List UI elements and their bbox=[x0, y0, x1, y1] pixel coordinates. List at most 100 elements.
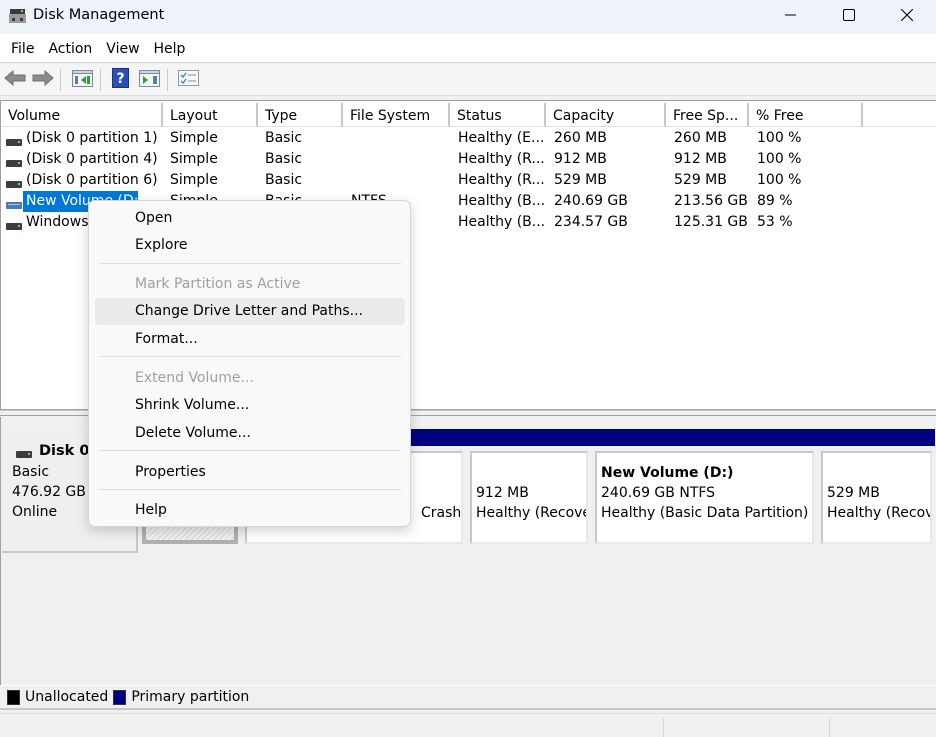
cell-status: Healthy (B... bbox=[458, 193, 546, 209]
partition-body: New Volume (D:) 240.69 GB NTFS Healthy (… bbox=[595, 451, 814, 544]
back-button[interactable] bbox=[3, 68, 27, 92]
cell-layout: Simple bbox=[170, 130, 218, 146]
title-bar: Disk Management bbox=[0, 0, 936, 34]
disk-icon bbox=[16, 446, 32, 462]
cell-percent-free: 100 % bbox=[757, 172, 802, 188]
toolbar-separator bbox=[60, 69, 61, 91]
show-hide-action-pane-button[interactable] bbox=[137, 68, 161, 92]
cell-status: Healthy (R... bbox=[458, 151, 545, 167]
partition-block-new-volume[interactable]: New Volume (D:) 240.69 GB NTFS Healthy (… bbox=[591, 429, 817, 547]
cell-capacity: 260 MB bbox=[554, 130, 607, 146]
partition-line2: Healthy (Recov bbox=[827, 505, 932, 521]
partition-body: 529 MB Healthy (Recov bbox=[821, 451, 932, 544]
cell-status: Healthy (R... bbox=[458, 172, 545, 188]
cell-capacity: 529 MB bbox=[554, 172, 607, 188]
column-header-percent-free[interactable]: % Free bbox=[749, 103, 863, 127]
minimize-button[interactable] bbox=[762, 0, 820, 34]
show-hide-console-tree-button[interactable] bbox=[70, 68, 94, 92]
menu-bar: File Action View Help bbox=[0, 34, 936, 63]
cell-percent-free: 100 % bbox=[757, 130, 802, 146]
menu-item-format[interactable]: Format... bbox=[95, 326, 405, 353]
arrow-right-icon bbox=[32, 69, 54, 90]
menu-item-shrink-volume[interactable]: Shrink Volume... bbox=[95, 392, 405, 419]
table-row[interactable]: (Disk 0 partition 1) Simple Basic Health… bbox=[1, 128, 936, 149]
cell-type: Basic bbox=[265, 151, 303, 167]
partition-line1: 240.69 GB NTFS bbox=[601, 485, 716, 501]
cell-type: Basic bbox=[265, 130, 303, 146]
table-row[interactable]: (Disk 0 partition 4) Simple Basic Health… bbox=[1, 149, 936, 170]
cell-free-space: 125.31 GB bbox=[674, 214, 748, 230]
disk-management-window: Disk Management File Action View Help ? … bbox=[0, 0, 936, 737]
column-header-empty bbox=[863, 103, 936, 127]
partition-body: 912 MB Healthy (Recove bbox=[470, 451, 588, 544]
disk-type: Basic bbox=[12, 464, 50, 480]
primary-partition-bar bbox=[817, 429, 935, 446]
disk-size: 476.92 GB bbox=[12, 484, 86, 500]
cell-percent-free: 89 % bbox=[757, 193, 793, 209]
cell-status: Healthy (B... bbox=[458, 214, 546, 230]
toolbar-separator bbox=[167, 69, 168, 91]
menu-item-delete-volume[interactable]: Delete Volume... bbox=[95, 420, 405, 447]
svg-text:?: ? bbox=[116, 71, 124, 87]
minimize-icon bbox=[785, 9, 797, 25]
column-header-layout[interactable]: Layout bbox=[163, 103, 258, 127]
menu-file[interactable]: File bbox=[4, 34, 41, 63]
menu-item-extend-volume: Extend Volume... bbox=[135, 370, 254, 386]
drive-icon bbox=[6, 197, 22, 209]
column-header-volume[interactable]: Volume bbox=[1, 103, 163, 127]
partition-title bbox=[476, 463, 582, 483]
menu-action[interactable]: Action bbox=[41, 34, 99, 63]
maximize-button[interactable] bbox=[820, 0, 878, 34]
cell-type: Basic bbox=[265, 172, 303, 188]
menu-item-open[interactable]: Open bbox=[95, 205, 405, 232]
partition-title: New Volume (D:) bbox=[601, 465, 734, 481]
column-header-capacity[interactable]: Capacity bbox=[546, 103, 666, 127]
close-button[interactable] bbox=[878, 0, 936, 34]
properties-button[interactable] bbox=[176, 68, 200, 92]
cell-percent-free: 53 % bbox=[757, 214, 793, 230]
menu-item-help[interactable]: Help bbox=[95, 497, 405, 524]
console-tree-icon bbox=[71, 69, 93, 91]
cell-free-space: 260 MB bbox=[674, 130, 727, 146]
window-title: Disk Management bbox=[33, 7, 165, 23]
arrow-left-icon bbox=[4, 69, 26, 90]
column-header-status[interactable]: Status bbox=[450, 103, 546, 127]
cell-layout: Simple bbox=[170, 151, 218, 167]
table-row[interactable]: (Disk 0 partition 6) Simple Basic Health… bbox=[1, 170, 936, 191]
cell-volume: (Disk 0 partition 4) bbox=[26, 151, 158, 167]
drive-icon bbox=[6, 176, 22, 188]
column-header-free-space[interactable]: Free Sp... bbox=[666, 103, 749, 127]
menu-item-change-drive-letter[interactable]: Change Drive Letter and Paths... bbox=[95, 298, 405, 325]
menu-separator bbox=[99, 263, 401, 264]
legend-label-primary: Primary partition bbox=[131, 689, 250, 705]
status-bar-separator bbox=[663, 718, 664, 737]
status-bar bbox=[0, 713, 936, 737]
menu-separator bbox=[99, 450, 401, 451]
cell-volume: (Disk 0 partition 6) bbox=[26, 172, 158, 188]
cell-capacity: 234.57 GB bbox=[554, 214, 628, 230]
drive-icon bbox=[6, 218, 22, 230]
help-button[interactable]: ? bbox=[109, 68, 131, 92]
partition-block[interactable]: 529 MB Healthy (Recov bbox=[817, 429, 935, 547]
partition-line1: 529 MB bbox=[827, 485, 880, 501]
menu-separator bbox=[99, 489, 401, 490]
volume-list-header: Volume Layout Type File System Status Ca… bbox=[1, 103, 936, 127]
forward-button[interactable] bbox=[31, 68, 55, 92]
partition-line2: Healthy (Basic Data Partition) bbox=[601, 505, 809, 521]
partition-block[interactable]: 912 MB Healthy (Recove bbox=[466, 429, 591, 547]
disk-management-icon bbox=[8, 8, 27, 24]
column-header-type[interactable]: Type bbox=[258, 103, 343, 127]
cell-free-space: 213.56 GB bbox=[674, 193, 748, 209]
help-icon: ? bbox=[111, 68, 129, 92]
primary-partition-bar bbox=[591, 429, 817, 446]
column-header-file-system[interactable]: File System bbox=[343, 103, 450, 127]
checklist-icon bbox=[177, 70, 199, 90]
menu-help[interactable]: Help bbox=[147, 34, 193, 63]
menu-item-properties[interactable]: Properties bbox=[95, 459, 405, 486]
menu-item-explore[interactable]: Explore bbox=[95, 232, 405, 259]
context-menu: Open Explore Mark Partition as Active Ch… bbox=[88, 200, 411, 527]
legend-swatch-unallocated bbox=[7, 689, 20, 705]
legend-label-unallocated: Unallocated bbox=[25, 689, 109, 705]
menu-view[interactable]: View bbox=[99, 34, 146, 63]
partition-title bbox=[827, 463, 926, 483]
